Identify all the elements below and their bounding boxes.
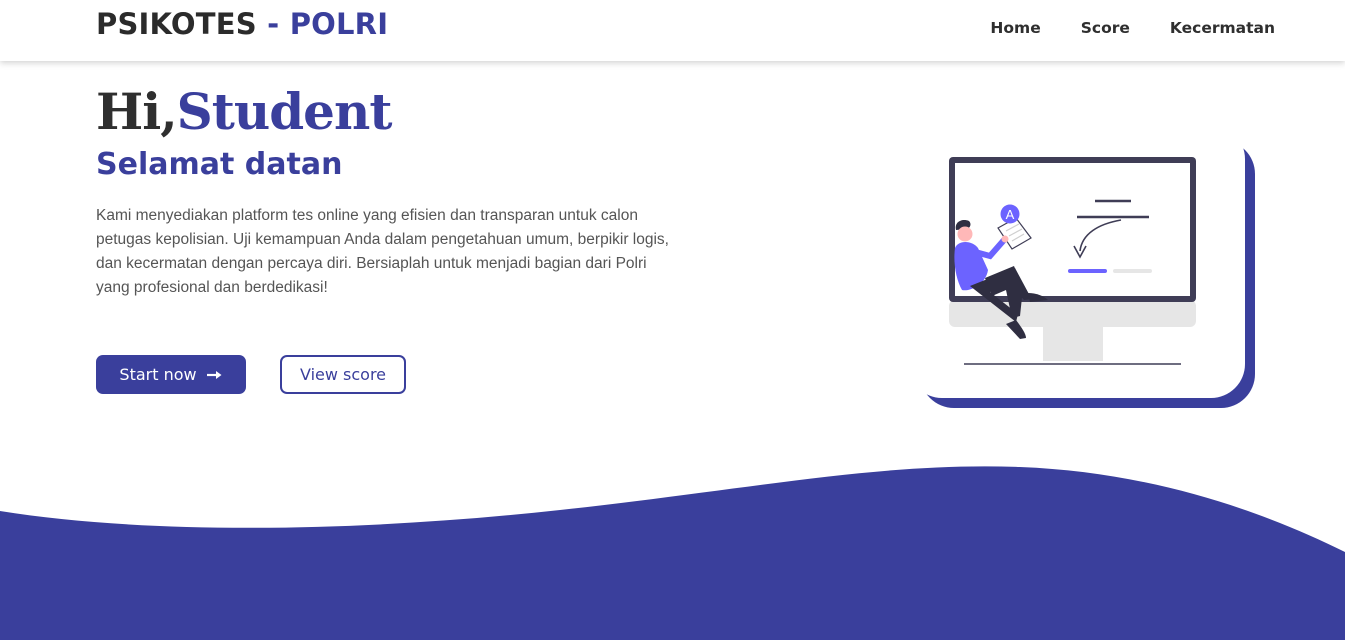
progress-done (1068, 269, 1107, 273)
brand-name: PSIKOTES (96, 7, 257, 41)
brand-separator: - (256, 7, 290, 41)
monitor-bezel-bottom (949, 300, 1196, 327)
navbar: PSIKOTES - POLRI Home Score Kecermatan (0, 0, 1345, 61)
nav-kecermatan[interactable]: Kecermatan (1170, 19, 1275, 37)
monitor-stand (1043, 327, 1103, 361)
nav-score[interactable]: Score (1081, 19, 1130, 37)
grade-badge-letter: A (1006, 207, 1015, 222)
progress-remaining (1113, 269, 1152, 273)
brand-logo[interactable]: PSIKOTES - POLRI (96, 7, 388, 41)
person-head (957, 226, 973, 242)
nav-home[interactable]: Home (990, 19, 1040, 37)
nav-menu: Home Score Kecermatan (990, 19, 1275, 37)
brand-suffix: POLRI (289, 7, 389, 41)
bottom-wave (0, 466, 1345, 640)
